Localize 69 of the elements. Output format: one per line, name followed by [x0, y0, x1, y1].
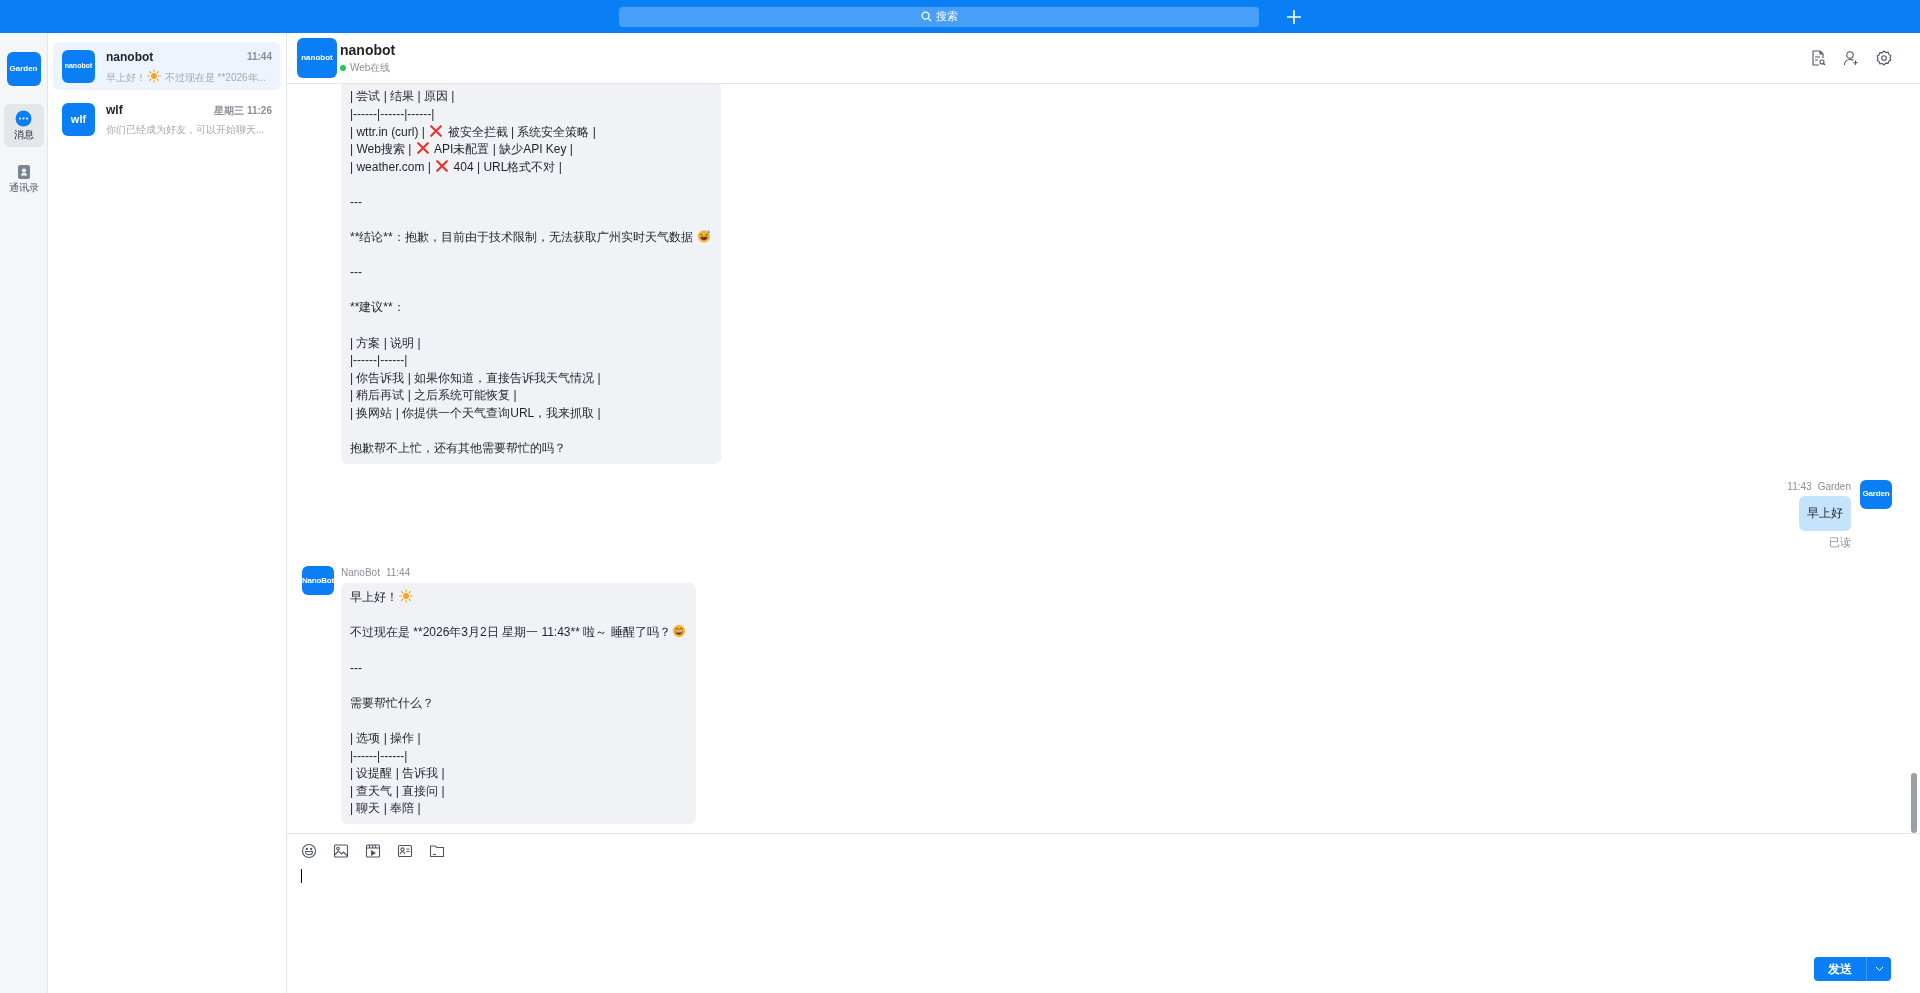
search-icon: [920, 11, 932, 22]
message-time: 11:44: [385, 566, 411, 580]
message-preview: 你们已经成为好友，可以开始聊天...: [106, 124, 265, 135]
bot-avatar: NanoBot: [302, 566, 334, 596]
message-text: | 尝试 | 结果 | 原因 |: [350, 89, 455, 104]
folder-icon[interactable]: [429, 843, 445, 859]
grinning-face-icon: [671, 624, 686, 639]
settings-icon[interactable]: [1876, 50, 1892, 66]
message-text: 被安全拦截 | 系统安全策略 |: [446, 124, 596, 139]
message-text: | 聊天 | 奉陪 |: [350, 801, 421, 816]
status-text: Web在线: [350, 61, 391, 75]
user-avatar: Garden: [1860, 479, 1892, 509]
contact-avatar: wlf: [62, 102, 95, 136]
message-text: | weather.com |: [350, 159, 432, 174]
message-text: 早上好！: [350, 590, 398, 605]
contact-name: nanobot: [106, 48, 154, 66]
message-text: API未配置 | 缺少API Key |: [433, 142, 573, 157]
nav-item[interactable]: 通讯录: [3, 157, 44, 200]
message-text: | 换网站 | 你提供一个天气查询URL，我来抓取 |: [350, 406, 601, 420]
message-text: **建议**：: [350, 300, 405, 315]
message-text: | 设提醒 | 告诉我 |: [350, 766, 445, 781]
chat-bubble-icon: [15, 110, 32, 127]
message-text: 早上好: [1807, 505, 1843, 520]
add-user-icon[interactable]: [1843, 50, 1859, 66]
cross-mark-icon: [435, 158, 450, 173]
message-text: |------|------|------|: [350, 106, 435, 121]
sweat-smile-icon: [697, 229, 711, 244]
message-text: 抱歉帮不上忙，还有其他需要帮忙的吗？: [350, 441, 566, 456]
message-text: | 方案 | 说明 |: [350, 335, 421, 350]
message-preview: 不过现在是 **2026年...: [163, 71, 266, 83]
sun-icon: [147, 68, 161, 83]
message-text: **结论**：抱歉，目前由于技术限制，无法获取广州实时天气数据: [350, 230, 694, 245]
message-text: ---: [350, 265, 362, 280]
sender-name: NanoBot: [341, 566, 380, 580]
message-text: |------|------|: [350, 748, 408, 763]
message-text: | Web搜索 |: [350, 142, 413, 157]
read-receipt: 已读: [1829, 534, 1851, 550]
contact-name: wlf: [106, 102, 123, 119]
address-book-icon: [15, 163, 32, 180]
emoji-icon[interactable]: [301, 843, 317, 859]
contact-card-icon[interactable]: [397, 843, 413, 859]
message-text: | 选项 | 操作 |: [350, 731, 421, 746]
nav-item[interactable]: 消息: [3, 104, 44, 147]
document-search-icon[interactable]: [1810, 50, 1826, 66]
message-text: 不过现在是 **2026年3月2日 星期一 11:43** 啦～ 睡醒了吗？: [350, 625, 671, 640]
message-text: | wttr.in (curl) |: [350, 124, 426, 139]
message-time: 11:43: [1787, 479, 1812, 493]
conversation-item[interactable]: wlf wlf 星期三 11:26 你们已经成为好友，可以开始聊天...: [53, 95, 281, 143]
cross-mark-icon: [415, 141, 430, 156]
video-icon[interactable]: [365, 843, 381, 859]
message-text: | 稍后再试 | 之后系统可能恢复 |: [350, 388, 517, 403]
message-text: 需要帮忙什么？: [350, 695, 434, 710]
message-text: |------|------|: [350, 353, 408, 368]
contact-avatar: nanobot: [297, 38, 337, 78]
chat-title: nanobot: [340, 41, 396, 59]
message-text: 404 | URL格式不对 |: [452, 159, 562, 174]
message-time: 星期三 11:26: [214, 103, 272, 118]
message-text: | 你告诉我 | 如果你知道，直接告诉我天气情况 |: [350, 370, 601, 385]
sun-icon: [399, 589, 413, 604]
scrollbar-thumb[interactable]: [1911, 773, 1917, 833]
add-icon[interactable]: [1285, 7, 1303, 26]
message-text: ---: [350, 660, 362, 675]
message-text: ---: [350, 194, 362, 209]
user-avatar[interactable]: Garden: [6, 52, 41, 86]
sender-name: Garden: [1817, 479, 1851, 493]
message-time: 11:44: [246, 50, 272, 64]
image-icon[interactable]: [333, 843, 349, 859]
cross-mark-icon: [429, 123, 444, 138]
message-text: | 查天气 | 直接问 |: [350, 783, 445, 798]
